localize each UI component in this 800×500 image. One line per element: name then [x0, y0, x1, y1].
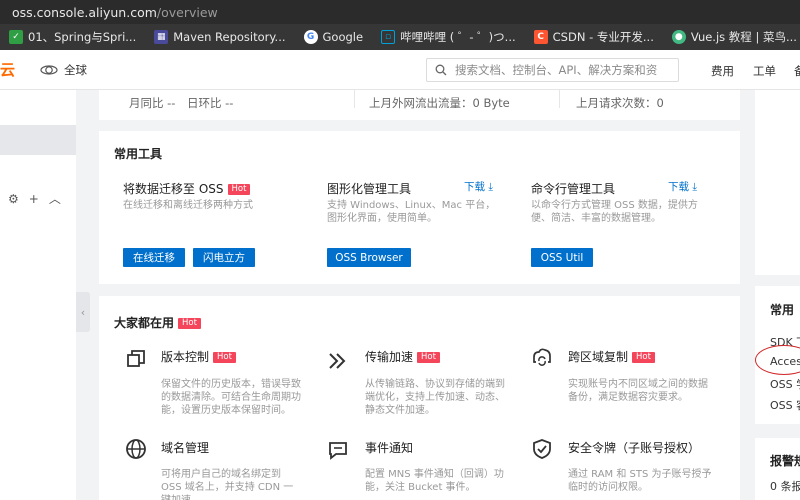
lightning-cube-button[interactable]: 闪电立方: [193, 248, 255, 267]
address-path: /overview: [156, 4, 218, 20]
add-icon[interactable]: +: [29, 192, 39, 206]
tools-card-title: 常用工具: [114, 147, 163, 161]
header-link-ticket[interactable]: 工单: [753, 63, 776, 79]
stat-requests: 上月请求次数：0: [576, 96, 664, 110]
right-top-card: [755, 90, 800, 275]
globe-icon: [40, 64, 58, 75]
feature-transfer-acceleration[interactable]: 传输加速 Hot: [365, 348, 440, 365]
divider: [354, 90, 355, 108]
search-icon: [435, 64, 447, 76]
search-placeholder: 搜索文档、控制台、API、解决方案和资: [455, 63, 658, 77]
bookmark-label: CSDN - 专业开发...: [552, 30, 654, 44]
bilibili-icon: ▫: [381, 30, 396, 44]
feature-domain-management[interactable]: 域名管理: [161, 439, 209, 456]
globe-icon: [126, 439, 146, 459]
cli-download-link[interactable]: 下载 ⤓: [668, 179, 697, 194]
bookmark-spring[interactable]: ✓ 01、Spring与Spri...: [0, 29, 145, 45]
bookmark-label: Vue.js 教程 | 菜鸟...: [690, 30, 797, 44]
stat-mom: 月同比 --: [129, 96, 176, 110]
popular-card: 大家都在用 Hot 版本控制 Hot 保留文件的历史版本，错误导致的数据清除。可结合…: [99, 296, 740, 500]
region-selector[interactable]: 全球: [40, 62, 87, 78]
console-header: 云 全球 搜索文档、控制台、API、解决方案和资 费用 工单 备: [0, 50, 800, 90]
left-sidebar: ⚙ + ︿: [0, 90, 76, 500]
download-icon: ⤓: [692, 181, 697, 193]
sidebar-collapse-handle[interactable]: ‹: [76, 292, 90, 332]
settings-icon[interactable]: ⚙: [8, 192, 19, 206]
tool-cli-name: 命令行管理工具: [531, 182, 616, 196]
alert-title: 报警规: [770, 454, 800, 468]
bookmark-green-icon: ✓: [9, 30, 23, 44]
common-links-title: 常用: [770, 303, 795, 317]
chevron-left-icon: ‹: [80, 305, 86, 319]
region-label: 全球: [64, 62, 87, 77]
online-migration-button[interactable]: 在线迁移: [123, 248, 185, 267]
feature-cross-region-replication[interactable]: 跨区域复制 Hot: [568, 348, 655, 365]
hot-badge: Hot: [213, 352, 236, 363]
bookmark-label: Google: [322, 30, 364, 44]
hot-badge: Hot: [227, 184, 251, 195]
divider: [559, 90, 560, 108]
feature-event-notification[interactable]: 事件通知: [365, 439, 413, 456]
oss-util-button[interactable]: OSS Util: [531, 248, 593, 267]
feature-domain-management-desc: 可将用户自己的域名绑定到 OSS 域名上，并支持 CDN 一键加速: [161, 469, 294, 500]
bookmark-vue[interactable]: ● Vue.js 教程 | 菜鸟...: [663, 29, 800, 45]
double-chevron-icon: [329, 353, 346, 369]
stat-dod: 日环比 --: [187, 96, 234, 110]
message-icon: [329, 442, 347, 460]
sidebar-tools: ⚙ + ︿: [8, 190, 61, 207]
header-link-billing[interactable]: 费用: [711, 63, 734, 79]
hot-badge: Hot: [178, 318, 201, 329]
tool-gui-desc: 支持 Windows、Linux、Mac 平台，图形化界面，使用简单。: [327, 200, 496, 224]
bookmarks-bar: ✓ 01、Spring与Spri... ▦ Maven Repository..…: [0, 24, 800, 50]
bookmark-label: 01、Spring与Spri...: [28, 30, 137, 44]
shield-check-icon: [533, 439, 551, 459]
chevron-up-icon[interactable]: ︿: [49, 190, 61, 207]
bookmark-csdn[interactable]: C CSDN - 专业开发...: [525, 29, 663, 45]
bookmark-google[interactable]: G Google: [295, 30, 373, 44]
feature-version-control[interactable]: 版本控制 Hot: [161, 348, 236, 365]
bookmark-maven[interactable]: ▦ Maven Repository...: [145, 30, 294, 44]
csdn-icon: C: [533, 30, 548, 44]
popular-card-title: 大家都在用 Hot: [114, 314, 201, 331]
oss-browser-button[interactable]: OSS Browser: [327, 248, 411, 267]
feature-security-token[interactable]: 安全令牌（子账号授权）: [568, 439, 700, 456]
feature-version-control-desc: 保留文件的历史版本，错误导致的数据清除。可结合生命周期功能，设置历史版本保留时间…: [161, 379, 301, 416]
feature-transfer-acceleration-desc: 从传输链路、协议到存储的端到端优化，支持上传加速、动态、静态文件加速。: [365, 379, 505, 416]
header-link-more[interactable]: 备: [794, 63, 800, 79]
vue-icon: ●: [671, 30, 686, 44]
tool-gui-name: 图形化管理工具: [327, 182, 412, 196]
copy-icon: [127, 350, 145, 367]
feature-event-notification-desc: 配置 MNS 事件通知（回调）功能，关注 Bucket 事件。: [365, 469, 504, 493]
cloud-sync-icon: [533, 348, 551, 366]
bookmark-bilibili[interactable]: ▫ 哔哩哔哩 ( ゜- ゜)つ...: [372, 29, 525, 45]
sidebar-selected-item[interactable]: [0, 125, 76, 155]
bookmark-label: Maven Repository...: [173, 30, 286, 44]
tools-card: 常用工具 将数据迁移至 OSS Hot 在线迁移和离线迁移两种方式 在线迁移 闪电…: [99, 131, 740, 284]
gui-download-link[interactable]: 下载 ⤓: [464, 179, 493, 194]
alert-count: 0 条报: [770, 480, 800, 493]
tool-migrate-desc: 在线迁移和离线迁移两种方式: [123, 200, 253, 211]
bookmark-label: 哔哩哔哩 ( ゜- ゜)つ...: [400, 30, 516, 44]
address-host: oss.console.aliyun.com: [12, 4, 157, 20]
tool-migrate-name: 将数据迁移至 OSS Hot: [123, 180, 251, 197]
address-bar[interactable]: oss.console.aliyun.com/overview: [0, 0, 800, 24]
tool-cli-desc: 以命令行方式管理 OSS 数据，提供方便、简洁、丰富的数据管理。: [531, 200, 698, 224]
aliyun-logo[interactable]: 云: [0, 59, 22, 80]
oss-client-link[interactable]: OSS 客: [770, 397, 800, 413]
google-icon: G: [303, 30, 318, 44]
hot-badge: Hot: [417, 352, 440, 363]
hot-badge: Hot: [632, 352, 655, 363]
maven-icon: ▦: [154, 30, 169, 44]
stats-card: 月同比 -- 日环比 -- 上月外网流出流量：0 Byte 上月请求次数：0: [99, 90, 740, 120]
oss-learn-link[interactable]: OSS 学: [770, 376, 800, 392]
download-icon: ⤓: [488, 181, 493, 193]
feature-cross-region-replication-desc: 实现账号内不同区域之间的数据备份，满足数据容灾要求。: [568, 379, 708, 403]
search-input[interactable]: 搜索文档、控制台、API、解决方案和资: [426, 58, 679, 82]
stat-traffic: 上月外网流出流量：0 Byte: [369, 96, 510, 110]
feature-security-token-desc: 通过 RAM 和 STS 为子账号授予临时的访问权限。: [568, 469, 712, 493]
